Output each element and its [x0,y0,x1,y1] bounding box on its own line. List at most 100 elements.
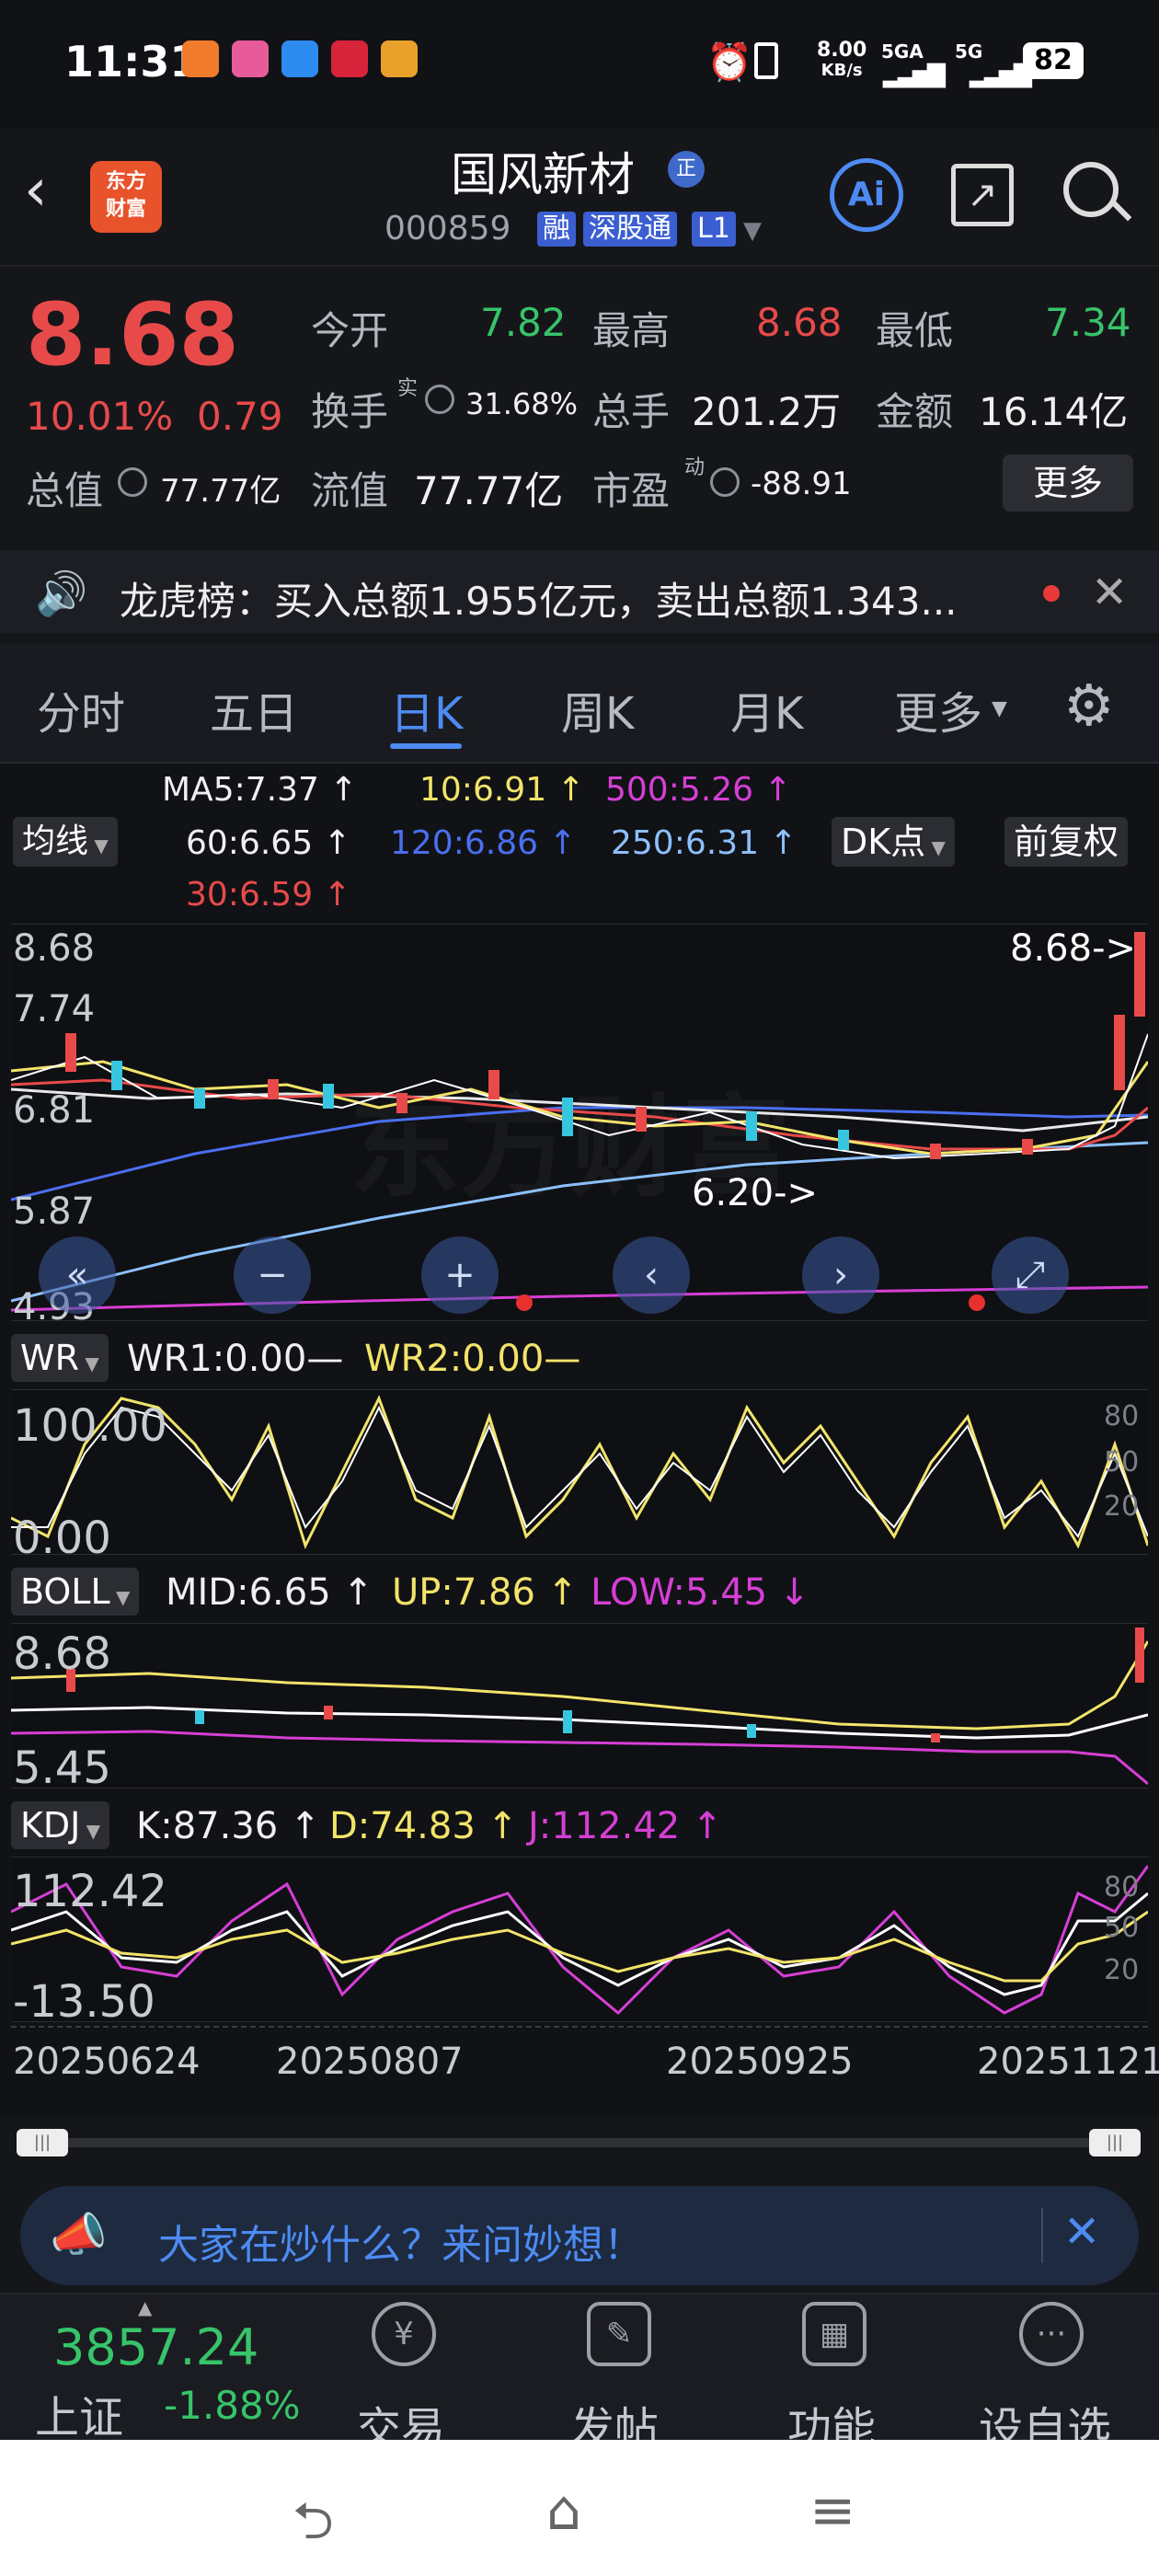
ma-selector[interactable]: 均线 ▼ [13,817,118,867]
kdj-top-label: 112.42 [13,1866,167,1917]
notification-app-icon [281,40,318,77]
market-cap-label: 总值 [26,468,104,513]
chevron-down-icon: ▼ [992,697,1007,720]
float-cap-label: 流值 [311,468,389,513]
tab-weekly-k[interactable]: 周K [561,677,634,742]
boll-up-label: UP:7.86 ↑ [392,1571,579,1614]
system-menu-icon[interactable]: ≡ [809,2478,855,2543]
active-tab-indicator [390,743,462,749]
trade-icon[interactable]: ¥ [372,2302,436,2366]
kdj-svg [11,1865,1148,2016]
tab-intraday[interactable]: 分时 [37,677,125,742]
volume-label: 总手 [592,389,671,434]
open-label: 今开 [311,308,389,353]
ai-icon[interactable]: Ai [830,158,903,232]
step-right-button[interactable]: › [802,1236,879,1314]
info-icon[interactable] [118,467,147,497]
kdj-selector[interactable]: KDJ ▼ [11,1801,110,1849]
tab-more[interactable]: 更多 [894,677,982,742]
notification-app-icon [182,40,219,77]
more-dots-icon[interactable]: ··· [1019,2302,1084,2366]
tab-monthly-k[interactable]: 月K [730,677,803,742]
system-back-icon[interactable]: ⮌ [293,2484,334,2571]
ma5-label: MA5:7.37 ↑ [162,771,358,809]
net-speed: 8.00 KB/s [817,39,867,81]
kline-y-label: 8.68 [13,927,96,970]
max-price-annotation: 8.68-> [1010,927,1137,970]
more-quote-button[interactable]: 更多 [1003,454,1133,512]
info-icon[interactable] [425,385,454,414]
ma60-label: 60:6.65 ↑ [186,824,351,862]
ma120-label: 120:6.86 ↑ [390,824,577,862]
wr-level-80: 80 [1104,1400,1140,1432]
dk-point-button[interactable]: DK点 ▼ [832,817,955,867]
zoom-out-button[interactable]: − [234,1236,311,1314]
high-label: 最高 [592,308,671,353]
boll-selector[interactable]: BOLL ▼ [11,1568,140,1616]
wr-svg [11,1395,1148,1550]
chevron-up-icon[interactable]: ▲ [138,2296,152,2318]
wr-bottom-label: 0.00 [13,1512,111,1564]
wr2-label: WR2:0.00— [364,1338,581,1380]
kdj-level-50: 50 [1104,1912,1140,1944]
tab-five-day[interactable]: 五日 [210,677,298,742]
boll-low-label: LOW:5.45 ↓ [591,1571,810,1614]
kline-y-label: 5.87 [13,1190,96,1233]
signal-icon: ▂▃▅▇ [970,61,1032,88]
step-left-button[interactable]: ‹ [613,1236,690,1314]
bilibili-icon [232,40,269,77]
turnover-sup: 实 [397,377,419,400]
market-cap-value: 77.77亿 [160,473,281,510]
divider [1041,2208,1043,2263]
open-value: 7.82 [480,300,567,345]
index-name[interactable]: 上证 [35,2381,123,2445]
grid-icon[interactable]: ▦ [802,2302,866,2366]
fast-backward-button[interactable]: « [39,1236,116,1314]
high-value: 8.68 [756,300,843,345]
range-slider-right-handle[interactable]: ||| [1089,2129,1141,2156]
close-icon[interactable]: ✕ [1091,567,1128,618]
range-slider-left-handle[interactable]: ||| [17,2129,68,2156]
signal-label-2: 5G [955,40,983,63]
search-icon[interactable] [1063,162,1119,217]
adjust-button[interactable]: 前复权 [1004,817,1129,867]
range-slider-track[interactable] [28,2138,1131,2147]
close-icon[interactable]: ✕ [1063,2206,1100,2258]
app-logo: 东方 财富 [90,161,162,233]
share-icon[interactable]: ↗ [951,164,1014,226]
settings-gear-icon[interactable]: ⚙ [1063,672,1115,739]
post-edit-icon[interactable]: ✎ [587,2302,651,2366]
notice-text: 龙虎榜：买入总额1.955亿元，卖出总额1.343... [120,579,958,624]
wr-selector[interactable]: WR ▼ [11,1334,109,1382]
back-icon[interactable]: ‹ [24,156,48,224]
date-label: 20251121 [977,2041,1159,2083]
ma10-label: 10:6.91 ↑ [419,771,585,809]
index-change[interactable]: -1.88% [164,2383,301,2428]
kline-y-label: 6.81 [13,1089,96,1132]
change-pct: 10.01% [26,394,174,439]
boll-svg [11,1627,1148,1786]
fullscreen-button[interactable]: ⤢ [992,1236,1069,1314]
boll-top-label: 8.68 [13,1628,111,1680]
change-amount: 0.79 [197,394,283,439]
boll-mid-label: MID:6.65 ↑ [166,1571,373,1614]
info-icon[interactable] [710,467,740,497]
zoom-in-button[interactable]: + [421,1236,499,1314]
chevron-down-icon[interactable]: ▼ [743,217,762,245]
unread-dot [1043,585,1060,602]
status-bar: 11:31 ⏰ 8.00 KB/s 5GA ▂▃▅▇ 5G ▂▃▅▇ 82 [0,0,1159,129]
ask-text: 大家在炒什么？来问妙想！ [158,2222,644,2269]
battery-icon: 82 [1023,42,1084,79]
level1-tag[interactable]: L1 [692,212,736,247]
notification-app-icon [331,40,368,77]
index-value[interactable]: 3857.24 [53,2318,258,2376]
amount-value: 16.14亿 [979,389,1129,434]
system-home-icon[interactable]: ⌂ [546,2478,581,2543]
low-value: 7.34 [1045,300,1131,345]
stock-code: 000859 [384,210,511,247]
tab-daily-k[interactable]: 日K [390,677,463,742]
ma30-label: 30:6.59 ↑ [186,876,351,914]
low-label: 最低 [876,308,954,353]
zheng-badge: 正 [668,151,705,188]
boll-bottom-label: 5.45 [13,1742,111,1794]
